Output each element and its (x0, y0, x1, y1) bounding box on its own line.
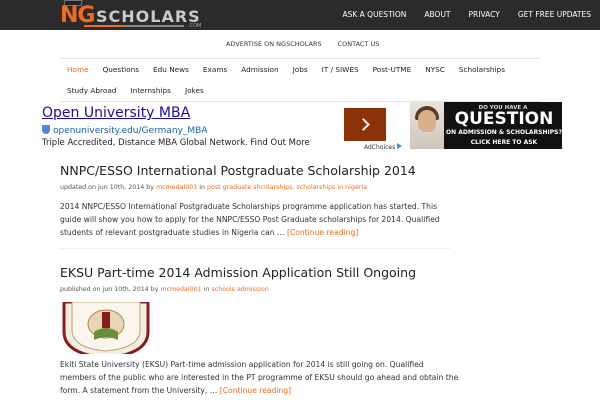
nav-it-siwes[interactable]: IT / SIWES (315, 59, 366, 80)
nav-scholarships[interactable]: Scholarships (452, 59, 512, 80)
shield-icon (42, 125, 50, 134)
post-thumbnail[interactable] (60, 302, 152, 354)
adchoices-link[interactable]: AdChoices (364, 143, 403, 151)
top-nav-about[interactable]: ABOUT (415, 0, 459, 30)
ad-title-link[interactable]: Open University MBA (42, 105, 190, 121)
adchoices-label: AdChoices (364, 144, 396, 151)
top-nav-privacy[interactable]: PRIVACY (460, 0, 509, 30)
nav-admission[interactable]: Admission (234, 59, 285, 80)
post-excerpt-text: 2014 NNPC/ESSO International Postgraduat… (60, 202, 440, 237)
logo-com: .COM (188, 23, 202, 29)
top-nav-free-updates[interactable]: GET FREE UPDATES (509, 0, 600, 30)
top-nav: ASK A QUESTION ABOUT PRIVACY GET FREE UP… (333, 0, 600, 30)
banner-face (418, 110, 436, 132)
post-date: updated on jun 10th, 2014 by (60, 184, 154, 191)
nav-internships[interactable]: Internships (123, 80, 178, 101)
ad-url[interactable]: openuniversity.edu/Germany_MBA (42, 125, 208, 136)
banner-line-4: CLICK HERE TO ASK (470, 139, 538, 146)
post-meta: updated on jun 10th, 2014 by mcmedal001 … (60, 184, 460, 191)
nav-post-utme[interactable]: Post-UTME (366, 59, 419, 80)
ad-url-text: openuniversity.edu/Germany_MBA (53, 126, 208, 136)
main-nav: Home Questions Edu News Exams Admission … (60, 58, 540, 102)
ask-question-banner[interactable]: DO YOU HAVE A QUESTION ON ADMISSION & SC… (410, 102, 562, 149)
top-bar: NG SCHOLARS .COM ASK A QUESTION ABOUT PR… (0, 0, 600, 30)
ad-go-button[interactable] (344, 108, 386, 141)
banner-line-3: ON ADMISSION & SCHOLARSHIPS? (446, 129, 562, 136)
continue-reading-link[interactable]: [Continue reading] (220, 386, 291, 395)
secondary-nav: ADVERTISE ON NGSCHOLARS CONTACT US (226, 40, 395, 48)
text-ad: Open University MBA openuniversity.edu/G… (42, 104, 404, 152)
post-item: NNPC/ESSO International Postgraduate Sch… (60, 163, 460, 239)
logo-scholars: SCHOLARS (96, 7, 201, 26)
post-categories-link[interactable]: schools admission (211, 286, 268, 293)
secondary-nav-contact[interactable]: CONTACT US (338, 40, 380, 48)
nav-nysc[interactable]: NYSC (418, 59, 452, 80)
post-author-link[interactable]: mcmedal001 (160, 286, 201, 293)
post-excerpt: Ekiti State University (EKSU) Part-time … (60, 358, 460, 397)
nav-jobs[interactable]: Jobs (286, 59, 315, 80)
nav-edu-news[interactable]: Edu News (146, 59, 196, 80)
logo-underline (84, 25, 184, 27)
secondary-nav-advertise[interactable]: ADVERTISE ON NGSCHOLARS (226, 40, 322, 48)
post-item: EKSU Part-time 2014 Admission Applicatio… (60, 265, 460, 395)
top-nav-ask-question[interactable]: ASK A QUESTION (333, 0, 415, 30)
post-meta-in: in (199, 184, 206, 191)
nav-questions[interactable]: Questions (96, 59, 146, 80)
chevron-right-icon (356, 118, 370, 131)
banner-line-2: QUESTION (454, 109, 554, 129)
continue-reading-link[interactable]: [Continue reading] (287, 228, 358, 237)
nav-exams[interactable]: Exams (196, 59, 234, 80)
woman-thinking-image (410, 102, 444, 149)
nav-study-abroad[interactable]: Study Abroad (60, 80, 123, 101)
post-excerpt: 2014 NNPC/ESSO International Postgraduat… (60, 200, 460, 239)
post-meta-in: in (203, 286, 210, 293)
post-date: published on jun 10th, 2014 by (60, 286, 159, 293)
post-categories-link[interactable]: post graduate shcolarships, scholarships… (207, 184, 367, 191)
post-title-link[interactable]: EKSU Part-time 2014 Admission Applicatio… (60, 265, 416, 280)
nav-jokes[interactable]: Jokes (178, 80, 211, 101)
eksu-crest-icon (60, 302, 152, 354)
post-meta: published on jun 10th, 2014 by mcmedal00… (60, 286, 460, 293)
adchoices-icon (397, 143, 403, 149)
site-logo[interactable]: NG SCHOLARS .COM (60, 0, 220, 29)
ad-description: Triple Accredited, Distance MBA Global N… (42, 138, 310, 148)
post-divider (60, 248, 450, 249)
post-title-link[interactable]: NNPC/ESSO International Postgraduate Sch… (60, 163, 416, 178)
post-author-link[interactable]: mcmedal001 (156, 184, 197, 191)
nav-home[interactable]: Home (60, 59, 96, 80)
